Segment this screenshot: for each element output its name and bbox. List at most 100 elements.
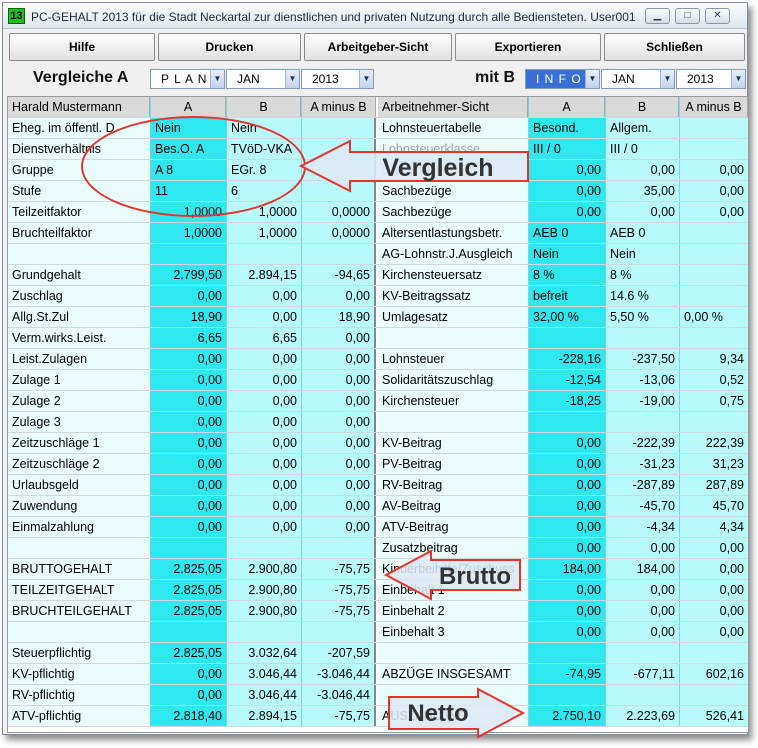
value-diff: 0,0000 <box>301 202 376 222</box>
value-a: 0,00 <box>528 475 605 495</box>
value-a: 0,00 <box>528 517 605 537</box>
value-b: -45,70 <box>605 496 679 516</box>
value-b: 2.900,80 <box>226 601 301 621</box>
value-diff: 31,23 <box>679 454 748 474</box>
value-diff <box>301 538 376 558</box>
month-a-select[interactable]: JAN ▼ <box>226 69 300 89</box>
value-diff: 222,39 <box>679 433 748 453</box>
value-diff: -75,75 <box>301 559 376 579</box>
value-a: -18,25 <box>528 391 605 411</box>
table-row: Verm.wirks.Leist. 6,65 6,65 0,00 <box>8 328 748 349</box>
close-app-button[interactable]: Schließen <box>604 33 745 61</box>
value-a <box>528 412 605 432</box>
value-a: 18,90 <box>150 307 226 327</box>
chevron-down-icon: ▼ <box>585 70 599 88</box>
value-b <box>605 328 679 348</box>
value-a <box>528 328 605 348</box>
row-label: ATV-Beitrag <box>378 517 528 537</box>
value-diff: 18,90 <box>301 307 376 327</box>
help-button[interactable]: Hilfe <box>9 33 155 61</box>
value-diff <box>301 622 376 642</box>
variant-a-select[interactable]: P L A N ▼ <box>150 69 225 89</box>
row-label: PV-Beitrag <box>378 454 528 474</box>
vergleich-arrow: Vergleich <box>298 139 529 193</box>
value-a: 0,00 <box>150 685 226 705</box>
value-a: III / 0 <box>528 139 605 159</box>
compare-a-label: Vergleiche A <box>33 69 129 86</box>
row-label: Bruchteilfaktor <box>8 223 150 243</box>
minimize-button[interactable]: ▁ <box>645 8 670 24</box>
table-row: Zulage 3 0,00 0,00 0,00 <box>8 412 748 433</box>
value-b: 184,00 <box>605 559 679 579</box>
value-diff: 0,00 <box>301 370 376 390</box>
value-b: 3.032,64 <box>226 643 301 663</box>
value-diff: 0,75 <box>679 391 748 411</box>
value-a: 0,00 <box>150 370 226 390</box>
print-button[interactable]: Drucken <box>158 33 301 61</box>
value-diff: 0,0000 <box>301 223 376 243</box>
row-label: KV-pflichtig <box>8 664 150 684</box>
row-label: Verm.wirks.Leist. <box>8 328 150 348</box>
value-a: 2.825,05 <box>150 643 226 663</box>
value-a <box>150 244 226 264</box>
table-row: RV-pflichtig 0,00 3.046,44 -3.046,44 <box>8 685 748 706</box>
row-label: Lohnsteuertabelle <box>378 118 528 138</box>
value-a: 2.825,05 <box>150 559 226 579</box>
value-a: 0,00 <box>528 538 605 558</box>
maximize-button[interactable]: □ <box>675 8 700 24</box>
value-diff: 4,34 <box>679 517 748 537</box>
value-diff <box>679 139 748 159</box>
value-b: III / 0 <box>605 139 679 159</box>
value-b: 0,00 <box>605 202 679 222</box>
table-row: AG-Lohnstr.J.Ausgleich Nein Nein <box>8 244 748 265</box>
table-row: KV-pflichtig 0,00 3.046,44 -3.046,44 ABZÜGE … <box>8 664 748 685</box>
value-b: 3.046,44 <box>226 664 301 684</box>
row-label: Zulage 1 <box>8 370 150 390</box>
row-label: AV-Beitrag <box>378 496 528 516</box>
value-a: 2.799,50 <box>150 265 226 285</box>
row-label: Einbehalt 2 <box>378 601 528 621</box>
value-a: Besond. <box>528 118 605 138</box>
value-diff: 602,16 <box>679 664 748 684</box>
value-a: 0,00 <box>150 664 226 684</box>
compare-b-label: mit B <box>475 69 515 86</box>
row-label: Steuerpflichtig <box>8 643 150 663</box>
row-label: Kirchensteuer <box>378 391 528 411</box>
value-b: -222,39 <box>605 433 679 453</box>
value-diff: -3.046,44 <box>301 664 376 684</box>
chevron-down-icon: ▼ <box>359 70 373 88</box>
header-employee-name: Harald Mustermann <box>8 97 150 117</box>
value-b <box>226 244 301 264</box>
value-b: 2.894,15 <box>226 706 301 726</box>
export-button[interactable]: Exportieren <box>455 33 601 61</box>
row-label <box>8 538 150 558</box>
table-row: Zuwendung 0,00 0,00 0,00 AV-Beitrag 0,00 -45,7… <box>8 496 748 517</box>
value-a: 0,00 <box>528 160 605 180</box>
value-b: 0,00 <box>226 496 301 516</box>
value-diff: 0,00 <box>679 601 748 621</box>
table-row: ATV-pflichtig2.818,402.894,15-75,75AUSZA… <box>8 706 748 727</box>
value-a <box>150 622 226 642</box>
year-a-select[interactable]: 2013 ▼ <box>301 69 374 89</box>
chevron-down-icon: ▼ <box>731 70 745 88</box>
year-b-select[interactable]: 2013 ▼ <box>676 69 746 89</box>
header-col-b: B <box>605 97 679 117</box>
value-b: -31,23 <box>605 454 679 474</box>
table-row: Leist.Zulagen 0,00 0,00 0,00 Lohnsteuer -228,… <box>8 349 748 370</box>
value-b: 2.223,69 <box>605 706 679 726</box>
employer-view-button[interactable]: Arbeitgeber-Sicht <box>304 33 452 61</box>
value-diff: 0,00 <box>301 349 376 369</box>
value-b: 0,00 <box>226 370 301 390</box>
month-b-select[interactable]: JAN ▼ <box>601 69 675 89</box>
value-a: 0,00 <box>150 496 226 516</box>
value-diff <box>679 412 748 432</box>
value-b: 1,0000 <box>226 223 301 243</box>
close-button[interactable]: ✕ <box>705 8 730 24</box>
value-b: 0,00 <box>605 538 679 558</box>
netto-arrow: Netto <box>388 687 526 739</box>
value-b: 0,00 <box>226 391 301 411</box>
header-col-a: A <box>150 97 226 117</box>
row-label: BRUCHTEILGEHALT <box>8 601 150 621</box>
value-diff: 287,89 <box>679 475 748 495</box>
variant-b-select[interactable]: I N F O ▼ <box>525 69 600 89</box>
